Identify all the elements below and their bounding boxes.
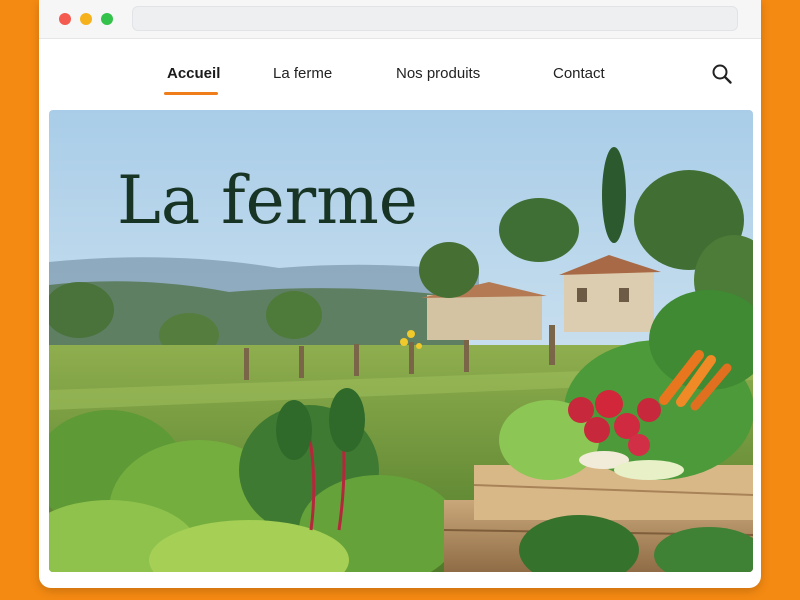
browser-chrome <box>39 0 761 39</box>
main-navigation: Accueil La ferme Nos produits Contact <box>39 52 761 100</box>
minimize-window-button[interactable] <box>80 13 92 25</box>
nav-item-la-ferme[interactable]: La ferme <box>273 65 332 82</box>
active-nav-indicator <box>164 92 218 95</box>
close-window-button[interactable] <box>59 13 71 25</box>
hero-title: La ferme <box>117 162 418 239</box>
address-bar[interactable] <box>132 6 738 31</box>
maximize-window-button[interactable] <box>101 13 113 25</box>
nav-item-nos-produits[interactable]: Nos produits <box>396 65 480 82</box>
nav-item-accueil[interactable]: Accueil <box>167 65 220 82</box>
search-icon[interactable] <box>711 63 733 85</box>
hero-banner: La ferme <box>49 110 753 572</box>
nav-item-contact[interactable]: Contact <box>553 65 605 82</box>
browser-window: Accueil La ferme Nos produits Contact La… <box>39 0 761 588</box>
